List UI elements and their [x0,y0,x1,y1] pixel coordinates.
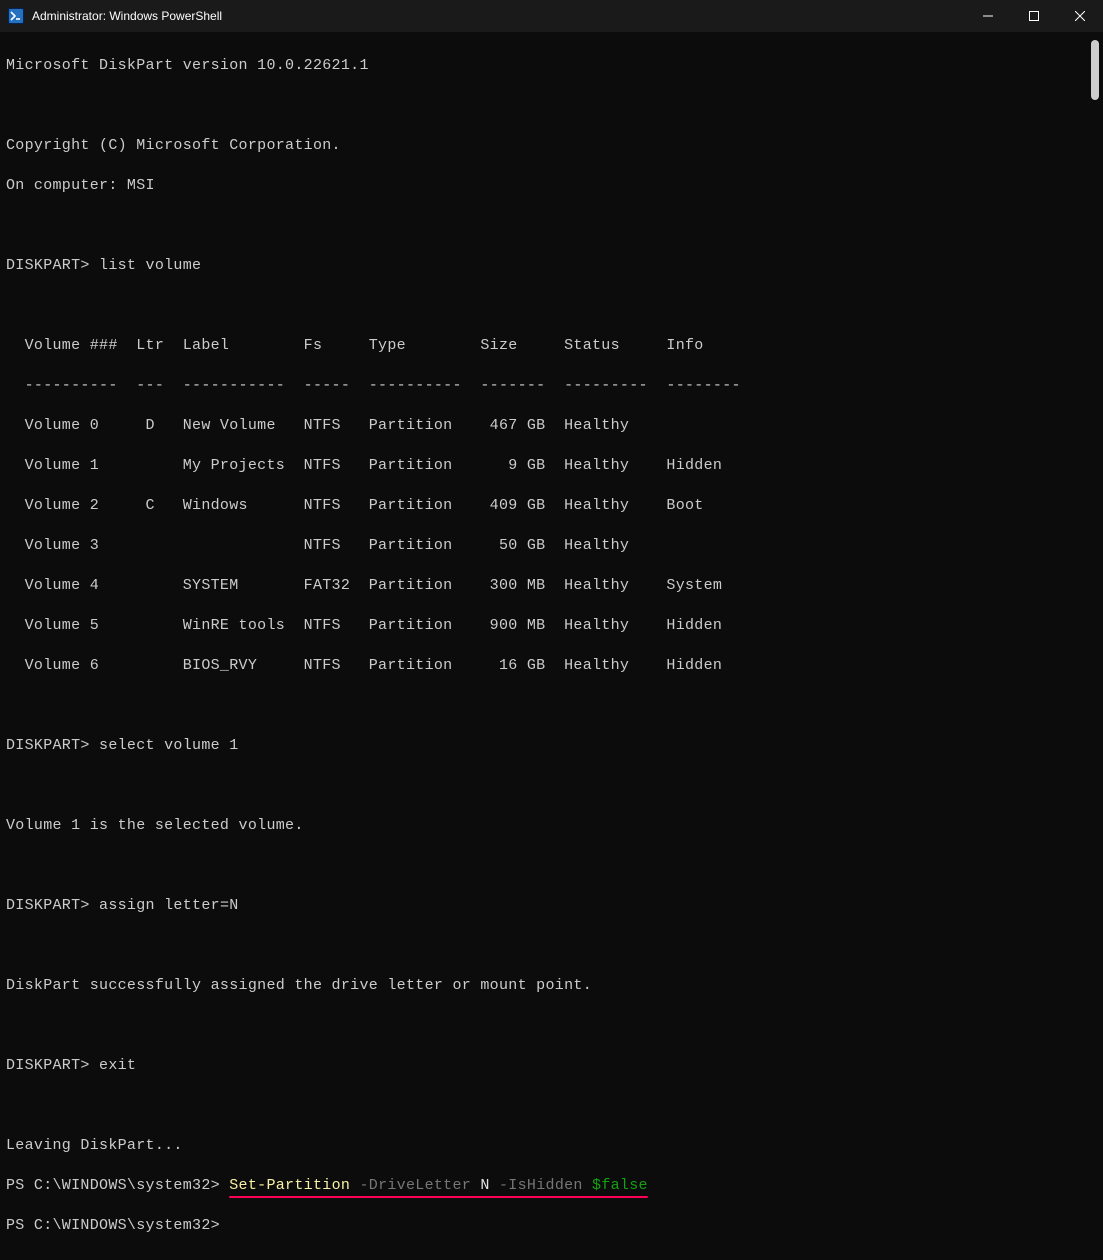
argument: N [471,1177,490,1194]
output-line [6,1016,1097,1036]
output-line: Leaving DiskPart... [6,1136,1097,1156]
prompt-line: PS C:\WINDOWS\system32> Set-Partition -D… [6,1176,1097,1196]
table-row: Volume 0 D New Volume NTFS Partition 467… [6,416,1097,436]
command-text: assign letter=N [90,897,239,914]
parameter: -DriveLetter [350,1177,471,1194]
output-line [6,776,1097,796]
output-line: Volume 1 is the selected volume. [6,816,1097,836]
close-button[interactable] [1057,0,1103,32]
command-text: select volume 1 [90,737,239,754]
output-line [6,696,1097,716]
prompt-line: DISKPART> exit [6,1056,1097,1076]
command-text: list volume [90,257,202,274]
output-line: On computer: MSI [6,176,1097,196]
output-line: Microsoft DiskPart version 10.0.22621.1 [6,56,1097,76]
output-line [6,936,1097,956]
table-row: Volume 5 WinRE tools NTFS Partition 900 … [6,616,1097,636]
table-row: Volume 6 BIOS_RVY NTFS Partition 16 GB H… [6,656,1097,676]
window-controls [965,0,1103,32]
output-line [6,296,1097,316]
output-line [6,1096,1097,1116]
output-line [6,856,1097,876]
argument: $false [583,1177,648,1194]
window-title: Administrator: Windows PowerShell [32,9,965,23]
maximize-button[interactable] [1011,0,1057,32]
command-text: exit [90,1057,137,1074]
ps-prompt: PS C:\WINDOWS\system32> [6,1177,220,1194]
table-header: Volume ### Ltr Label Fs Type Size Status… [6,336,1097,356]
ps-prompt: PS C:\WINDOWS\system32> [6,1217,220,1234]
prompt-line[interactable]: PS C:\WINDOWS\system32> [6,1216,1097,1236]
table-row: Volume 1 My Projects NTFS Partition 9 GB… [6,456,1097,476]
cmdlet: Set-Partition [229,1177,350,1194]
diskpart-prompt: DISKPART> [6,897,90,914]
diskpart-prompt: DISKPART> [6,737,90,754]
output-line: DiskPart successfully assigned the drive… [6,976,1097,996]
prompt-line: DISKPART> assign letter=N [6,896,1097,916]
table-row: Volume 4 SYSTEM FAT32 Partition 300 MB H… [6,576,1097,596]
highlighted-command: Set-Partition -DriveLetter N -IsHidden $… [229,1176,648,1196]
output-line: Copyright (C) Microsoft Corporation. [6,136,1097,156]
diskpart-prompt: DISKPART> [6,257,90,274]
powershell-icon [8,8,24,24]
prompt-line: DISKPART> list volume [6,256,1097,276]
table-row: Volume 2 C Windows NTFS Partition 409 GB… [6,496,1097,516]
table-row: Volume 3 NTFS Partition 50 GB Healthy [6,536,1097,556]
output-line [6,96,1097,116]
minimize-button[interactable] [965,0,1011,32]
terminal-output[interactable]: Microsoft DiskPart version 10.0.22621.1 … [0,32,1103,1260]
output-line [6,216,1097,236]
window-titlebar[interactable]: Administrator: Windows PowerShell [0,0,1103,32]
parameter: -IsHidden [490,1177,583,1194]
scrollbar-thumb[interactable] [1091,40,1099,100]
prompt-line: DISKPART> select volume 1 [6,736,1097,756]
table-divider: ---------- --- ----------- ----- -------… [6,376,1097,396]
diskpart-prompt: DISKPART> [6,1057,90,1074]
